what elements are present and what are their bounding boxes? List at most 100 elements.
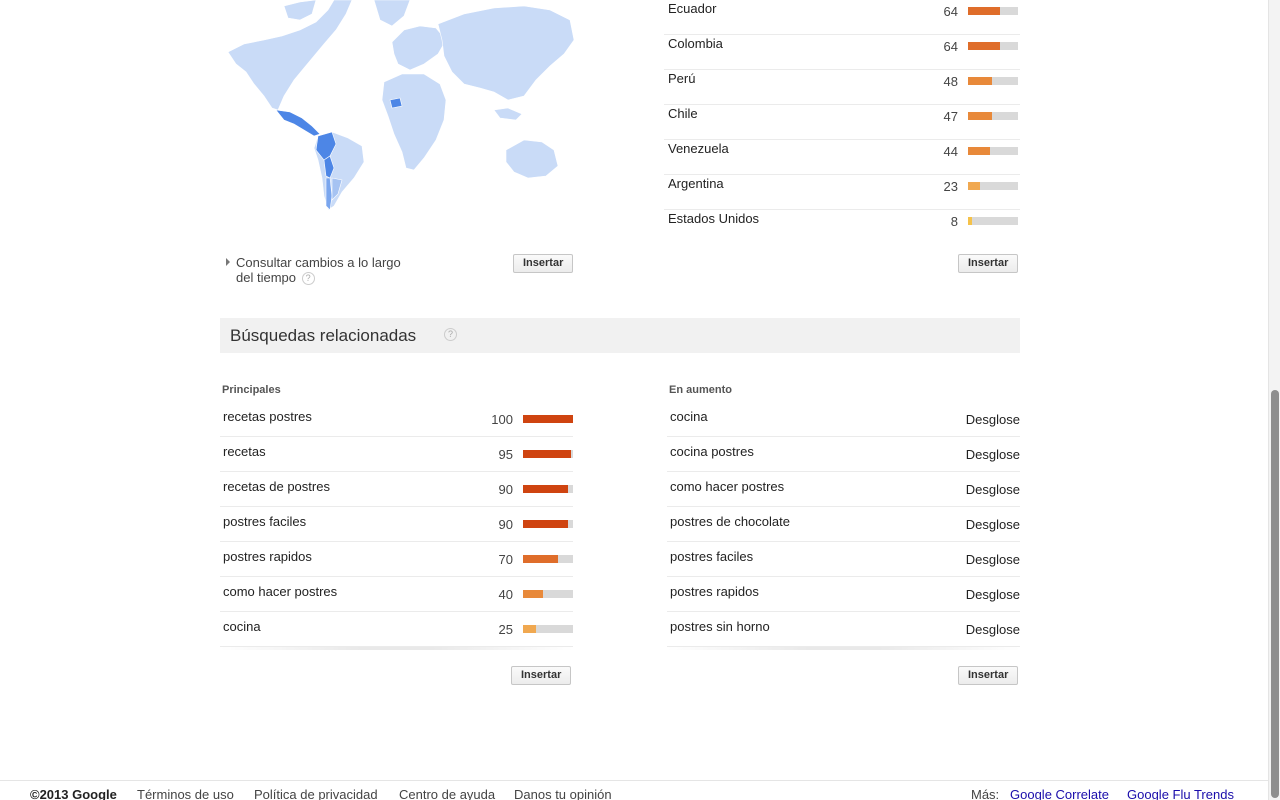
- rising-search-name[interactable]: cocina: [670, 409, 708, 424]
- footer: ©2013 Google Términos de uso Política de…: [0, 780, 1280, 800]
- top-search-name[interactable]: cocina: [223, 619, 261, 634]
- top-search-bar-fill: [523, 625, 536, 633]
- region-value: 23: [943, 179, 958, 194]
- footer-link-feedback[interactable]: Danos tu opinión: [514, 787, 612, 800]
- top-search-name[interactable]: postres faciles: [223, 514, 306, 529]
- region-bar: [968, 112, 1018, 120]
- breakdown-link[interactable]: Desglose: [966, 447, 1020, 462]
- rising-search-row: cocina postres Desglose: [667, 437, 1020, 472]
- top-search-row: como hacer postres 40: [220, 577, 573, 612]
- region-value: 8: [950, 214, 958, 229]
- rising-search-row: postres faciles Desglose: [667, 542, 1020, 577]
- rising-search-name[interactable]: postres sin horno: [670, 619, 770, 634]
- rising-search-name[interactable]: postres rapidos: [670, 584, 759, 599]
- scrollbar-thumb[interactable]: [1271, 390, 1279, 798]
- change-over-time-line1: Consultar cambios a lo largo: [236, 255, 401, 270]
- top-search-bar: [523, 625, 573, 633]
- footer-link-terms[interactable]: Términos de uso: [137, 787, 234, 800]
- rising-search-name[interactable]: como hacer postres: [670, 479, 784, 494]
- region-name[interactable]: Colombia: [668, 36, 723, 51]
- top-searches-list: recetas postres 100 recetas 95 recetas de po…: [220, 402, 573, 650]
- top-search-value: 70: [498, 552, 513, 567]
- top-search-name[interactable]: como hacer postres: [223, 584, 337, 599]
- region-name[interactable]: Estados Unidos: [668, 211, 759, 226]
- region-bar-fill: [968, 42, 1000, 50]
- top-search-bar: [523, 520, 573, 528]
- top-search-value: 90: [498, 482, 513, 497]
- top-search-bar: [523, 450, 573, 458]
- top-search-bar: [523, 590, 573, 598]
- help-icon[interactable]: ?: [301, 272, 315, 286]
- rising-search-name[interactable]: cocina postres: [670, 444, 754, 459]
- region-name[interactable]: Argentina: [668, 176, 724, 191]
- footer-copyright: ©2013 Google: [30, 787, 117, 800]
- rising-searches-label: En aumento: [669, 384, 732, 396]
- top-search-value: 95: [498, 447, 513, 462]
- region-bar: [968, 77, 1018, 85]
- rising-searches-list: cocina Desglose cocina postres Desglose como…: [667, 402, 1020, 650]
- region-list: Ecuador 64 Colombia 64 Perú 48 Chile 47 Venezuel…: [664, 0, 1020, 245]
- top-search-name[interactable]: postres rapidos: [223, 549, 312, 564]
- help-icon[interactable]: ?: [444, 328, 457, 341]
- list-divider: [667, 647, 1020, 650]
- insert-rising-button[interactable]: Insertar: [958, 666, 1019, 685]
- breakdown-link[interactable]: Desglose: [966, 517, 1020, 532]
- breakdown-link[interactable]: Desglose: [966, 587, 1020, 602]
- region-row: Chile 47: [664, 105, 1020, 140]
- region-bar-fill: [968, 7, 1000, 15]
- world-map[interactable]: [224, 0, 576, 214]
- region-bar: [968, 217, 1018, 225]
- region-name[interactable]: Ecuador: [668, 1, 716, 16]
- footer-more-label: Más:: [971, 787, 1000, 800]
- region-row: Venezuela 44: [664, 140, 1020, 175]
- region-name[interactable]: Venezuela: [668, 141, 729, 156]
- insert-top-button[interactable]: Insertar: [511, 666, 572, 685]
- rising-search-name[interactable]: postres faciles: [670, 549, 753, 564]
- region-name[interactable]: Perú: [668, 71, 695, 86]
- region-bar: [968, 182, 1018, 190]
- top-search-value: 90: [498, 517, 513, 532]
- breakdown-link[interactable]: Desglose: [966, 552, 1020, 567]
- top-search-name[interactable]: recetas de postres: [223, 479, 330, 494]
- region-value: 48: [943, 74, 958, 89]
- top-search-bar: [523, 415, 573, 423]
- top-search-bar-fill: [523, 415, 573, 423]
- region-bar: [968, 42, 1018, 50]
- region-bar-fill: [968, 182, 980, 190]
- top-search-bar-fill: [523, 450, 571, 458]
- region-row: Estados Unidos 8: [664, 210, 1020, 245]
- region-value: 47: [943, 109, 958, 124]
- change-over-time-line2: del tiempo: [236, 270, 296, 285]
- change-over-time-link[interactable]: Consultar cambios a lo largo del tiempo ?: [226, 255, 426, 286]
- top-search-name[interactable]: recetas: [223, 444, 266, 459]
- top-search-bar: [523, 485, 573, 493]
- insert-regions-button[interactable]: Insertar: [958, 254, 1019, 273]
- top-search-bar-fill: [523, 485, 568, 493]
- region-row: Argentina 23: [664, 175, 1020, 210]
- related-searches-title: Búsquedas relacionadas: [230, 326, 417, 345]
- footer-link-help-center[interactable]: Centro de ayuda: [399, 787, 495, 800]
- vertical-scrollbar[interactable]: [1268, 0, 1280, 800]
- top-search-value: 100: [491, 412, 513, 427]
- region-bar: [968, 147, 1018, 155]
- region-row: Ecuador 64: [664, 0, 1020, 35]
- region-value: 64: [943, 4, 958, 19]
- breakdown-link[interactable]: Desglose: [966, 412, 1020, 427]
- rising-search-row: cocina Desglose: [667, 402, 1020, 437]
- region-bar-fill: [968, 147, 990, 155]
- breakdown-link[interactable]: Desglose: [966, 622, 1020, 637]
- rising-search-name[interactable]: postres de chocolate: [670, 514, 790, 529]
- region-row: Perú 48: [664, 70, 1020, 105]
- top-search-value: 25: [498, 622, 513, 637]
- breakdown-link[interactable]: Desglose: [966, 482, 1020, 497]
- insert-map-button[interactable]: Insertar: [513, 254, 574, 273]
- footer-link-google-flu-trends[interactable]: Google Flu Trends: [1127, 787, 1234, 800]
- top-searches-label: Principales: [222, 384, 281, 396]
- top-search-row: postres rapidos 70: [220, 542, 573, 577]
- top-search-name[interactable]: recetas postres: [223, 409, 312, 424]
- region-name[interactable]: Chile: [668, 106, 698, 121]
- footer-link-google-correlate[interactable]: Google Correlate: [1010, 787, 1109, 800]
- top-search-value: 40: [498, 587, 513, 602]
- region-bar: [968, 7, 1018, 15]
- footer-link-privacy[interactable]: Política de privacidad: [254, 787, 378, 800]
